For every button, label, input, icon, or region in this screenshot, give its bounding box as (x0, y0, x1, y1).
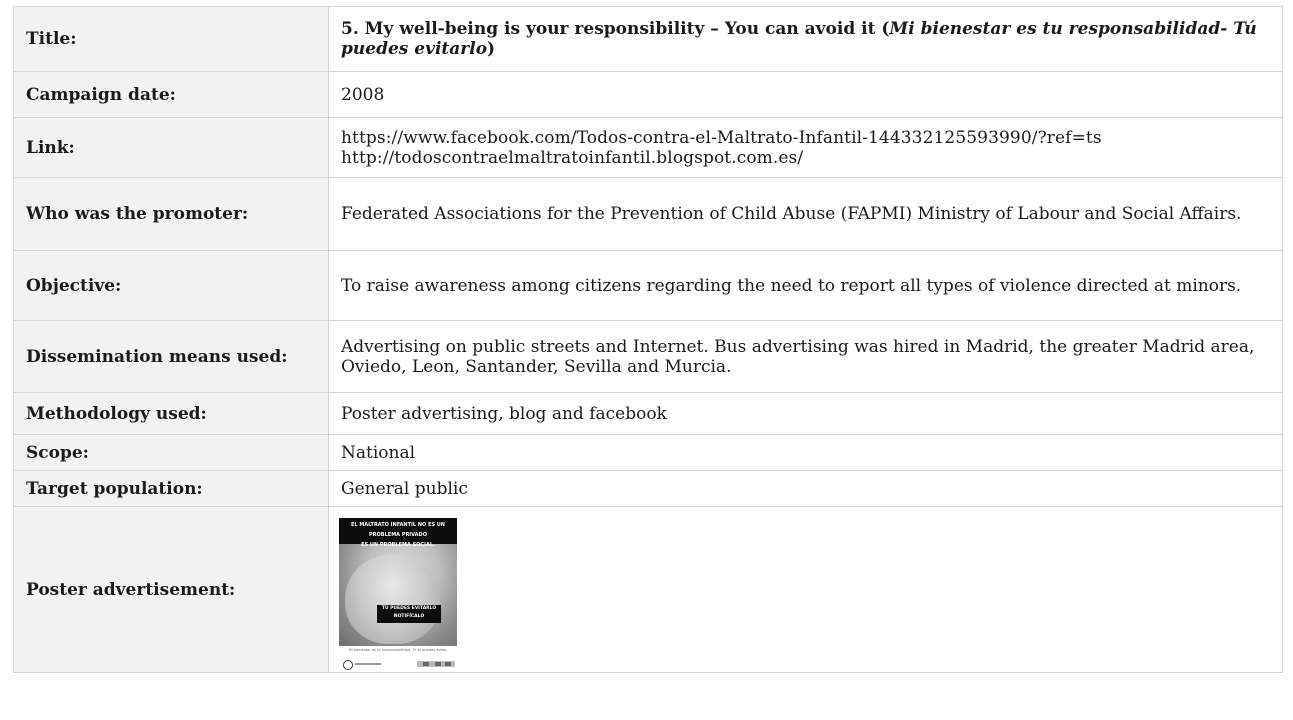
dissemination-value: Advertising on public streets and Intern… (328, 320, 1283, 393)
row-poster: Poster advertisement: Campaña estatal de… (13, 506, 1283, 673)
promoter-value: Federated Associations for the Preventio… (328, 177, 1283, 251)
facebook-link[interactable]: https://www.facebook.com/Todos-contra-el… (341, 128, 1270, 148)
target-population-value: General public (328, 470, 1283, 507)
campaign-date-value: 2008 (328, 71, 1283, 118)
link-label: Link: (13, 117, 329, 178)
organization-name-mark (355, 662, 381, 665)
poster-cta-2: NOTIFÍCALO (393, 613, 425, 619)
poster-cta-bar: TÚ PUEDES EVITARLO NOTIFÍCALO (377, 604, 441, 623)
row-objective: Objective: To raise awareness among citi… (13, 250, 1283, 321)
child-head-image (345, 553, 440, 644)
row-target-population: Target population: General public (13, 470, 1283, 507)
row-methodology: Methodology used: Poster advertising, bl… (13, 392, 1283, 435)
poster-footer-text: Mi bienestar es tu responsabilidad. Tú l… (348, 647, 448, 652)
row-promoter: Who was the promoter: Federated Associat… (13, 177, 1283, 251)
poster-image: Campaña estatal de sensibilización · Pre… (339, 509, 457, 670)
campaign-date-label: Campaign date: (13, 71, 329, 118)
title-main: 5. My well-being is your responsibility … (341, 19, 876, 39)
promoter-label: Who was the promoter: (13, 177, 329, 251)
objective-label: Objective: (13, 250, 329, 321)
poster-headline-2: ES UN PROBLEMA SOCIAL. (361, 541, 435, 548)
title-label: Title: (13, 6, 329, 72)
poster-logos (343, 659, 455, 670)
row-title: Title: 5. My well-being is your responsi… (13, 6, 1283, 72)
row-dissemination: Dissemination means used: Advertising on… (13, 320, 1283, 393)
methodology-label: Methodology used: (13, 392, 329, 435)
ministry-logo-icon (417, 660, 455, 667)
poster-headline-bar: EL MALTRATO INFANTIL NO ES UN PROBLEMA P… (339, 517, 457, 548)
poster-headline-1: EL MALTRATO INFANTIL NO ES UN PROBLEMA P… (350, 521, 445, 538)
title-paren-open: ( (875, 19, 890, 39)
row-scope: Scope: National (13, 434, 1283, 471)
link-value: https://www.facebook.com/Todos-contra-el… (328, 117, 1283, 178)
organization-logo-icon (343, 659, 353, 670)
scope-label: Scope: (13, 434, 329, 471)
dissemination-label: Dissemination means used: (13, 320, 329, 393)
blog-link[interactable]: http://todoscontraelmaltratoinfantil.blo… (341, 148, 1270, 168)
methodology-value: Poster advertising, blog and facebook (328, 392, 1283, 435)
title-value: 5. My well-being is your responsibility … (328, 6, 1283, 72)
poster-cell: Campaña estatal de sensibilización · Pre… (328, 506, 1283, 673)
row-link: Link: https://www.facebook.com/Todos-con… (13, 117, 1283, 178)
poster-label: Poster advertisement: (13, 506, 329, 673)
scope-value: National (328, 434, 1283, 471)
title-paren-close: ) (487, 39, 496, 59)
poster-cta-1: TÚ PUEDES EVITARLO (381, 605, 437, 611)
row-campaign-date: Campaign date: 2008 (13, 71, 1283, 118)
campaign-table: Title: 5. My well-being is your responsi… (13, 6, 1283, 673)
objective-value: To raise awareness among citizens regard… (328, 250, 1283, 321)
target-population-label: Target population: (13, 470, 329, 507)
